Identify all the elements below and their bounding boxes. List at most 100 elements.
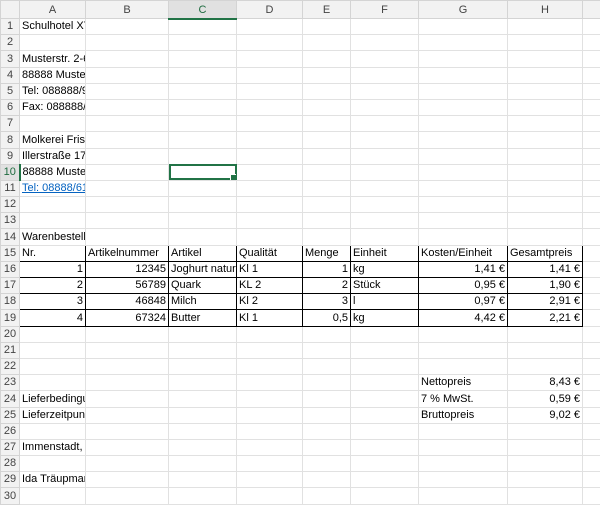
- cell-f2[interactable]: [350, 34, 419, 52]
- cell-a12[interactable]: [19, 196, 86, 214]
- cell-d27[interactable]: [236, 438, 303, 457]
- cell-c4[interactable]: [168, 66, 237, 84]
- cell-i6[interactable]: [582, 98, 600, 117]
- cell-d13[interactable]: [236, 212, 303, 230]
- cell-b23[interactable]: [85, 374, 169, 392]
- cell-h29[interactable]: [507, 471, 583, 489]
- cell-d15[interactable]: Qualität: [236, 244, 303, 262]
- cell-a15[interactable]: Nr.: [19, 244, 86, 262]
- cell-i9[interactable]: [582, 147, 600, 165]
- cell-f23[interactable]: [350, 374, 419, 392]
- cell-b8[interactable]: [85, 131, 169, 149]
- cell-b4[interactable]: [85, 66, 169, 84]
- cell-i4[interactable]: [582, 66, 600, 84]
- cell-i8[interactable]: [582, 131, 600, 149]
- cell-c28[interactable]: [168, 455, 237, 473]
- cell-a16[interactable]: 1: [19, 260, 86, 279]
- cell-g3[interactable]: [418, 50, 508, 68]
- cell-c25[interactable]: [168, 406, 237, 424]
- cell-e27[interactable]: [302, 438, 351, 457]
- cell-a11[interactable]: Tel: 08888/6135: [19, 179, 86, 198]
- cell-a29[interactable]: Ida Träupmann: [19, 471, 86, 489]
- cell-f13[interactable]: [350, 212, 419, 230]
- cell-e24[interactable]: [302, 390, 351, 408]
- cell-d1[interactable]: [236, 17, 303, 36]
- cell-c8[interactable]: [168, 131, 237, 149]
- cell-d17[interactable]: KL 2: [236, 276, 303, 295]
- cell-g4[interactable]: [418, 66, 508, 84]
- cell-f12[interactable]: [350, 196, 419, 214]
- cell-g20[interactable]: [418, 325, 508, 343]
- cell-h3[interactable]: [507, 50, 583, 68]
- cell-e7[interactable]: [302, 115, 351, 133]
- cell-h4[interactable]: [507, 66, 583, 84]
- cell-h23[interactable]: 8,43 €: [507, 374, 583, 392]
- cell-d24[interactable]: [236, 390, 303, 408]
- cell-b3[interactable]: [85, 50, 169, 68]
- cell-a13[interactable]: [19, 212, 86, 230]
- cell-e22[interactable]: [302, 357, 351, 376]
- row-header-3[interactable]: 3: [0, 50, 20, 68]
- cell-f9[interactable]: [350, 147, 419, 165]
- cell-d14[interactable]: [236, 228, 303, 246]
- cell-h28[interactable]: [507, 455, 583, 473]
- cell-e4[interactable]: [302, 66, 351, 84]
- cell-b15[interactable]: Artikelnummer: [85, 244, 169, 262]
- cell-c12[interactable]: [168, 196, 237, 214]
- cell-f25[interactable]: [350, 406, 419, 424]
- cell-h11[interactable]: [507, 179, 583, 198]
- cell-d19[interactable]: Kl 1: [236, 309, 303, 327]
- cell-b12[interactable]: [85, 196, 169, 214]
- cell-g29[interactable]: [418, 471, 508, 489]
- cell-g5[interactable]: [418, 82, 508, 100]
- row-header-20[interactable]: 20: [0, 325, 20, 343]
- cell-i10[interactable]: [582, 163, 600, 181]
- cell-i18[interactable]: [582, 293, 600, 311]
- cell-f29[interactable]: [350, 471, 419, 489]
- column-header-g[interactable]: G: [418, 0, 508, 19]
- cell-h21[interactable]: [507, 341, 583, 359]
- cell-d28[interactable]: [236, 455, 303, 473]
- cell-a9[interactable]: Illerstraße 17: [19, 147, 86, 165]
- cell-a8[interactable]: Molkerei Frischdienst GmbH: [19, 131, 86, 149]
- cell-c5[interactable]: [168, 82, 237, 100]
- column-header-h[interactable]: H: [507, 0, 583, 19]
- column-header-a[interactable]: A: [19, 0, 86, 19]
- cell-i13[interactable]: [582, 212, 600, 230]
- cell-h16[interactable]: 1,41 €: [507, 260, 583, 279]
- cell-c17[interactable]: Quark: [168, 276, 237, 295]
- cell-e23[interactable]: [302, 374, 351, 392]
- cell-b26[interactable]: [85, 422, 169, 440]
- cell-a4[interactable]: 88888 Musterstadt: [19, 66, 86, 84]
- cell-a18[interactable]: 3: [19, 293, 86, 311]
- cell-g16[interactable]: 1,41 €: [418, 260, 508, 279]
- row-header-28[interactable]: 28: [0, 455, 20, 473]
- cell-e18[interactable]: 3: [302, 293, 351, 311]
- row-header-14[interactable]: 14: [0, 228, 20, 246]
- cell-e19[interactable]: 0,5: [302, 309, 351, 327]
- cell-a26[interactable]: [19, 422, 86, 440]
- row-header-8[interactable]: 8: [0, 131, 20, 149]
- cell-h2[interactable]: [507, 34, 583, 52]
- cell-i3[interactable]: [582, 50, 600, 68]
- cell-a20[interactable]: [19, 325, 86, 343]
- cell-f5[interactable]: [350, 82, 419, 100]
- cell-e28[interactable]: [302, 455, 351, 473]
- cell-i24[interactable]: [582, 390, 600, 408]
- cell-i20[interactable]: [582, 325, 600, 343]
- cell-b13[interactable]: [85, 212, 169, 230]
- cell-d21[interactable]: [236, 341, 303, 359]
- cell-e20[interactable]: [302, 325, 351, 343]
- cell-b5[interactable]: [85, 82, 169, 100]
- cell-e15[interactable]: Menge: [302, 244, 351, 262]
- cell-f19[interactable]: kg: [350, 309, 419, 327]
- cell-c11[interactable]: [168, 179, 237, 198]
- cell-g13[interactable]: [418, 212, 508, 230]
- cell-h12[interactable]: [507, 196, 583, 214]
- cell-e8[interactable]: [302, 131, 351, 149]
- cell-d29[interactable]: [236, 471, 303, 489]
- cell-b27[interactable]: [85, 438, 169, 457]
- cell-g19[interactable]: 4,42 €: [418, 309, 508, 327]
- cell-g28[interactable]: [418, 455, 508, 473]
- cell-g30[interactable]: [418, 487, 508, 505]
